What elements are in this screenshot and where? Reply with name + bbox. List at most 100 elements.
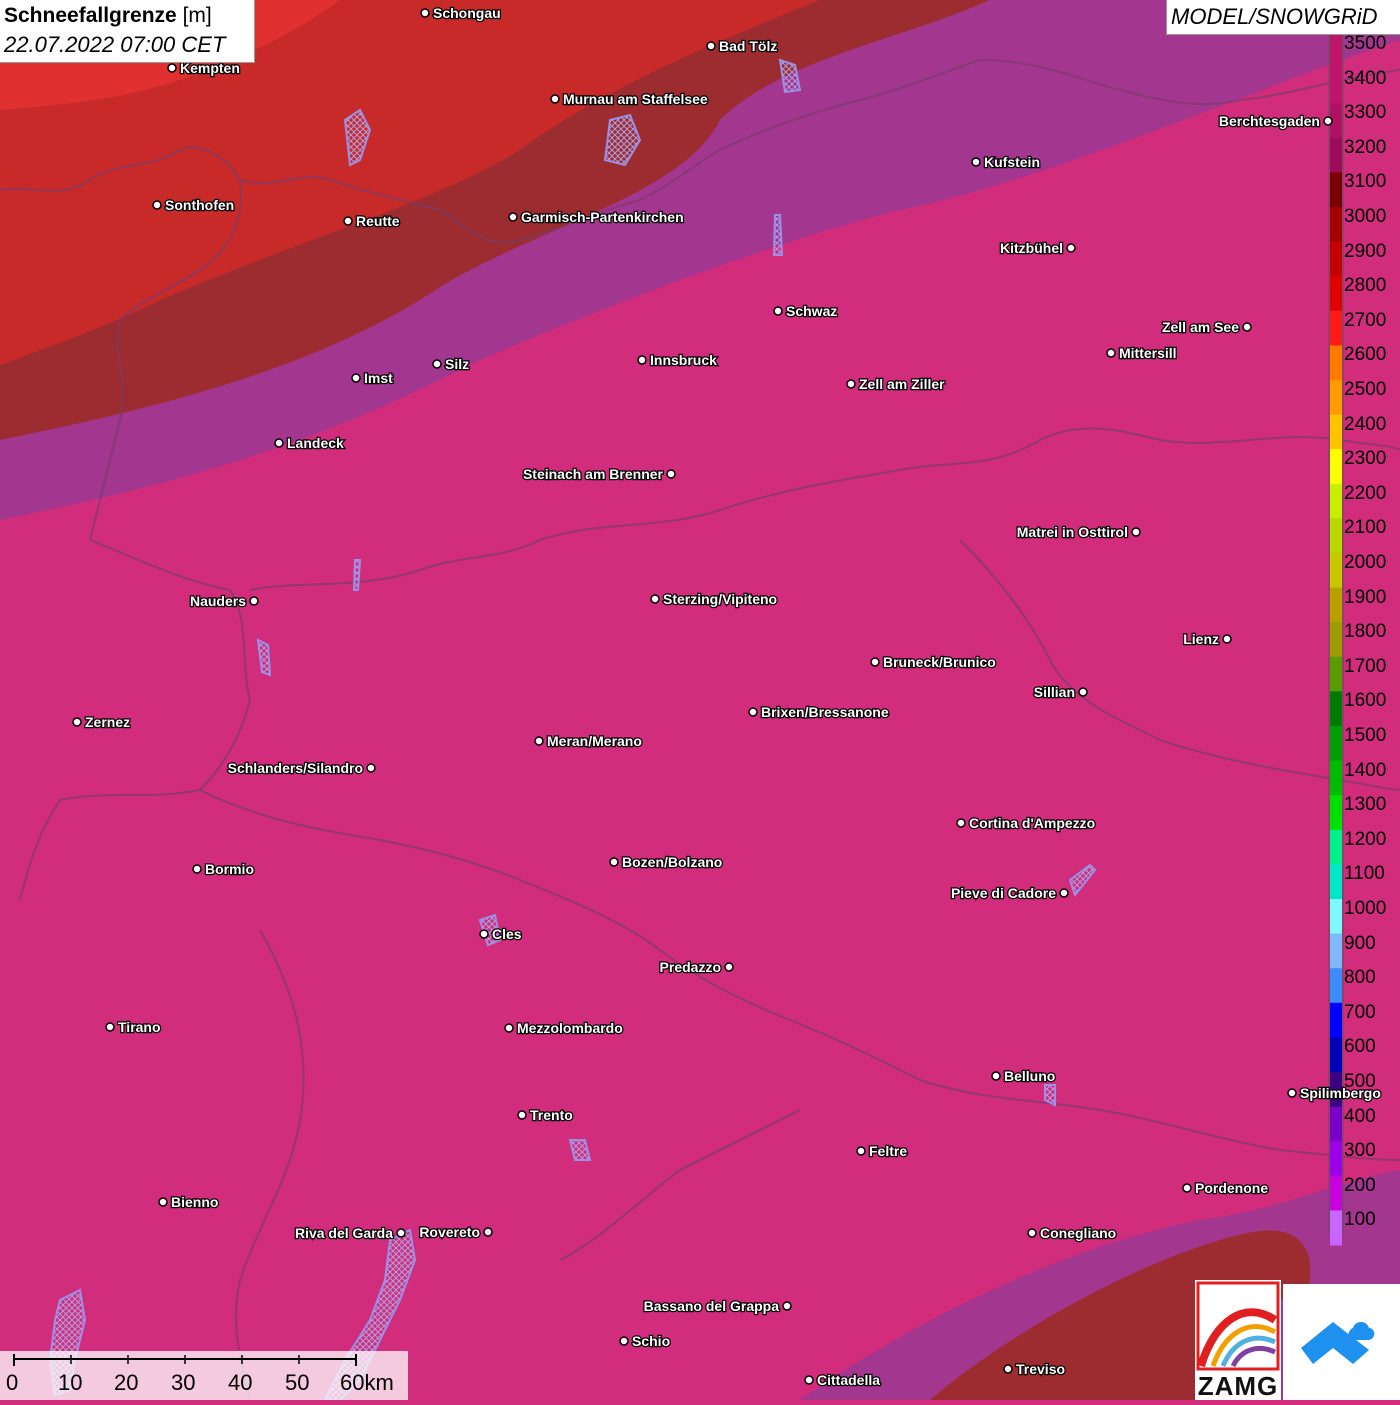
place-label-mittersill: Mittersill <box>1119 345 1177 361</box>
legend-label-3200: 3200 <box>1344 136 1387 158</box>
place-label-mezzolombardo: Mezzolombardo <box>517 1020 623 1036</box>
legend-label-1400: 1400 <box>1344 759 1387 781</box>
place-marker-bienno <box>158 1197 168 1207</box>
place-label-cortina-d-ampezzo: Cortina d'Ampezzo <box>969 815 1095 831</box>
place-marker-schio <box>619 1336 629 1346</box>
scale-label-20: 20 <box>114 1370 139 1395</box>
place-marker-bad-t-lz <box>706 41 716 51</box>
legend-label-300: 300 <box>1344 1140 1376 1162</box>
place-marker-reutte <box>343 216 353 226</box>
cloud-arrow-icon <box>1301 1322 1375 1364</box>
legend-label-2100: 2100 <box>1344 517 1387 539</box>
place-label-nauders: Nauders <box>190 593 246 609</box>
legend-swatch-100 <box>1330 1210 1342 1246</box>
legend-label-200: 200 <box>1344 1174 1376 1196</box>
legend-label-3400: 3400 <box>1344 67 1387 89</box>
place-label-reutte: Reutte <box>356 213 400 229</box>
place-marker-kempten <box>167 63 177 73</box>
place-label-landeck: Landeck <box>287 435 344 451</box>
place-label-cittadella: Cittadella <box>817 1372 880 1388</box>
legend-swatch-2200 <box>1330 483 1342 519</box>
zamg-logo[interactable]: ZAMG <box>1195 1280 1281 1400</box>
place-marker-treviso <box>1003 1364 1013 1374</box>
place-label-imst: Imst <box>364 370 393 386</box>
place-marker-bormio <box>192 864 202 874</box>
place-marker-riva-del-garda <box>396 1228 406 1238</box>
legend-label-1200: 1200 <box>1344 828 1387 850</box>
place-label-sterzing-vipiteno: Sterzing/Vipiteno <box>663 591 777 607</box>
place-marker-lienz <box>1222 634 1232 644</box>
legend-label-1700: 1700 <box>1344 655 1387 677</box>
legend-swatch-1700 <box>1330 656 1342 692</box>
place-marker-schlanders-silandro <box>366 763 376 773</box>
place-label-lienz: Lienz <box>1183 631 1219 647</box>
place-label-riva-del-garda: Riva del Garda <box>295 1225 393 1241</box>
legend-label-2600: 2600 <box>1344 344 1387 366</box>
legend-swatch-800 <box>1330 968 1342 1004</box>
legend-label-100: 100 <box>1344 1209 1376 1231</box>
place-label-bad-t-lz: Bad Tölz <box>719 38 777 54</box>
place-marker-bozen-bolzano <box>609 857 619 867</box>
place-marker-murnau-am-staffelsee <box>550 94 560 104</box>
legend-swatch-1100 <box>1330 864 1342 900</box>
place-label-bienno: Bienno <box>171 1194 218 1210</box>
place-label-innsbruck: Innsbruck <box>650 352 717 368</box>
legend-swatch-1300 <box>1330 795 1342 831</box>
place-marker-meran-merano <box>534 736 544 746</box>
legend-label-3300: 3300 <box>1344 102 1387 124</box>
cloud-logo[interactable] <box>1283 1284 1400 1400</box>
place-label-schongau: Schongau <box>433 5 501 21</box>
legend-swatch-2900 <box>1330 241 1342 277</box>
place-marker-rovereto <box>483 1227 493 1237</box>
legend-swatch-3000 <box>1330 207 1342 243</box>
map-title-unit: [m] <box>182 4 212 27</box>
legend-label-800: 800 <box>1344 967 1376 989</box>
place-label-pordenone: Pordenone <box>1195 1180 1268 1196</box>
place-label-bormio: Bormio <box>205 861 254 877</box>
place-label-zell-am-ziller: Zell am Ziller <box>859 376 945 392</box>
place-label-schwaz: Schwaz <box>786 303 837 319</box>
place-marker-kitzb-hel <box>1066 243 1076 253</box>
place-label-sillian: Sillian <box>1034 684 1075 700</box>
place-label-trento: Trento <box>530 1107 573 1123</box>
place-marker-belluno <box>991 1071 1001 1081</box>
scale-label-30: 30 <box>171 1370 196 1395</box>
legend-label-2700: 2700 <box>1344 309 1387 331</box>
legend-swatch-3500 <box>1330 34 1342 70</box>
legend-swatch-2400 <box>1330 414 1342 450</box>
place-label-bozen-bolzano: Bozen/Bolzano <box>622 854 722 870</box>
legend-label-1300: 1300 <box>1344 794 1387 816</box>
scale-label-60km: 60km <box>340 1370 394 1395</box>
scale-label-50: 50 <box>285 1370 310 1395</box>
legend-swatch-2300 <box>1330 449 1342 485</box>
map-title: Schneefallgrenze [m] <box>4 4 212 28</box>
scale-label-40: 40 <box>228 1370 253 1395</box>
place-marker-bassano-del-grappa <box>782 1301 792 1311</box>
place-marker-garmisch-partenkirchen <box>508 212 518 222</box>
place-marker-berchtesgaden <box>1323 116 1333 126</box>
model-label: MODEL/SNOWGRiD <box>1171 4 1378 29</box>
legend-swatch-1600 <box>1330 691 1342 727</box>
place-marker-conegliano <box>1027 1228 1037 1238</box>
legend-label-400: 400 <box>1344 1105 1376 1127</box>
place-marker-sterzing-vipiteno <box>650 594 660 604</box>
legend-swatch-3400 <box>1330 68 1342 104</box>
place-marker-mezzolombardo <box>504 1023 514 1033</box>
legend-swatch-600 <box>1330 1037 1342 1073</box>
snowline-map[interactable]: SchongauBad TölzKemptenMurnau am Staffel… <box>0 0 1400 1400</box>
legend-swatch-700 <box>1330 1002 1342 1038</box>
legend-swatch-1900 <box>1330 587 1342 623</box>
place-marker-matrei-in-osttirol <box>1131 527 1141 537</box>
place-label-murnau-am-staffelsee: Murnau am Staffelsee <box>563 91 708 107</box>
place-marker-spilimbergo <box>1287 1088 1297 1098</box>
legend-swatch-900 <box>1330 933 1342 969</box>
legend-swatch-2500 <box>1330 380 1342 416</box>
place-marker-tirano <box>105 1022 115 1032</box>
place-marker-steinach-am-brenner <box>666 469 676 479</box>
place-label-steinach-am-brenner: Steinach am Brenner <box>523 466 664 482</box>
place-label-bassano-del-grappa: Bassano del Grappa <box>644 1298 780 1314</box>
legend-label-3000: 3000 <box>1344 206 1387 227</box>
place-marker-landeck <box>274 438 284 448</box>
place-marker-schongau <box>420 8 430 18</box>
map-title-text: Schneefallgrenze <box>4 4 177 27</box>
